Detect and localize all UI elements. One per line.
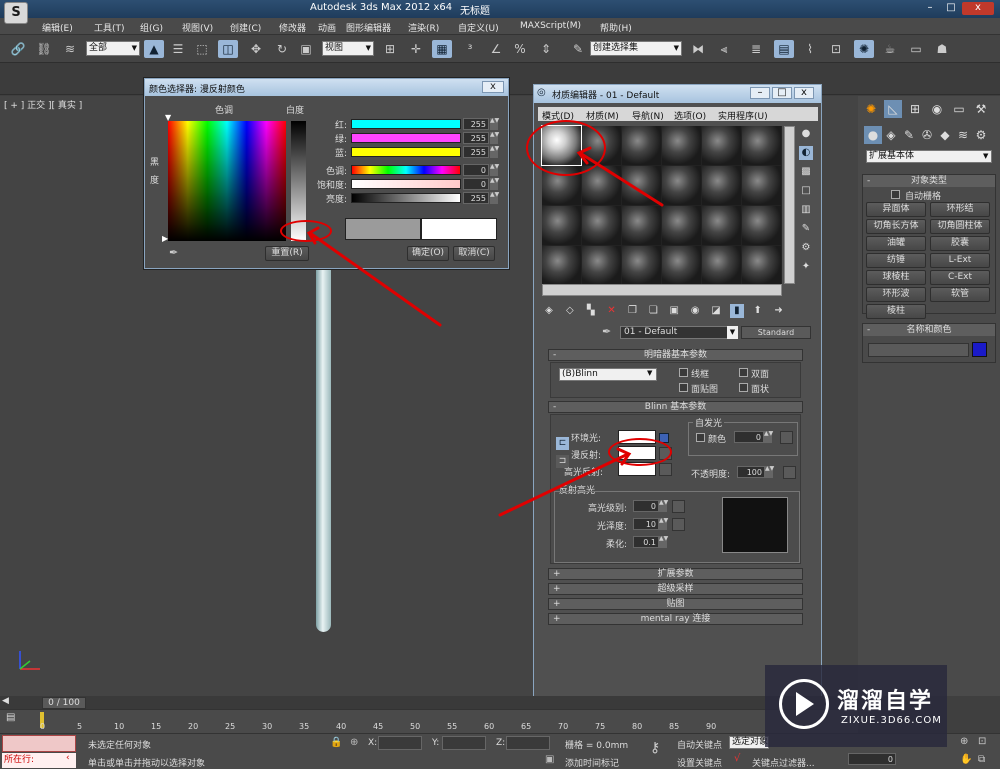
annotation-arrows [306, 146, 664, 517]
watermark-logo-icon [779, 679, 829, 729]
watermark-url: ZIXUE.3D66.COM [841, 715, 942, 726]
app-logo-icon[interactable]: S [4, 2, 28, 24]
watermark: 溜溜自学 ZIXUE.3D66.COM [765, 665, 947, 747]
watermark-title: 溜溜自学 [837, 689, 934, 714]
